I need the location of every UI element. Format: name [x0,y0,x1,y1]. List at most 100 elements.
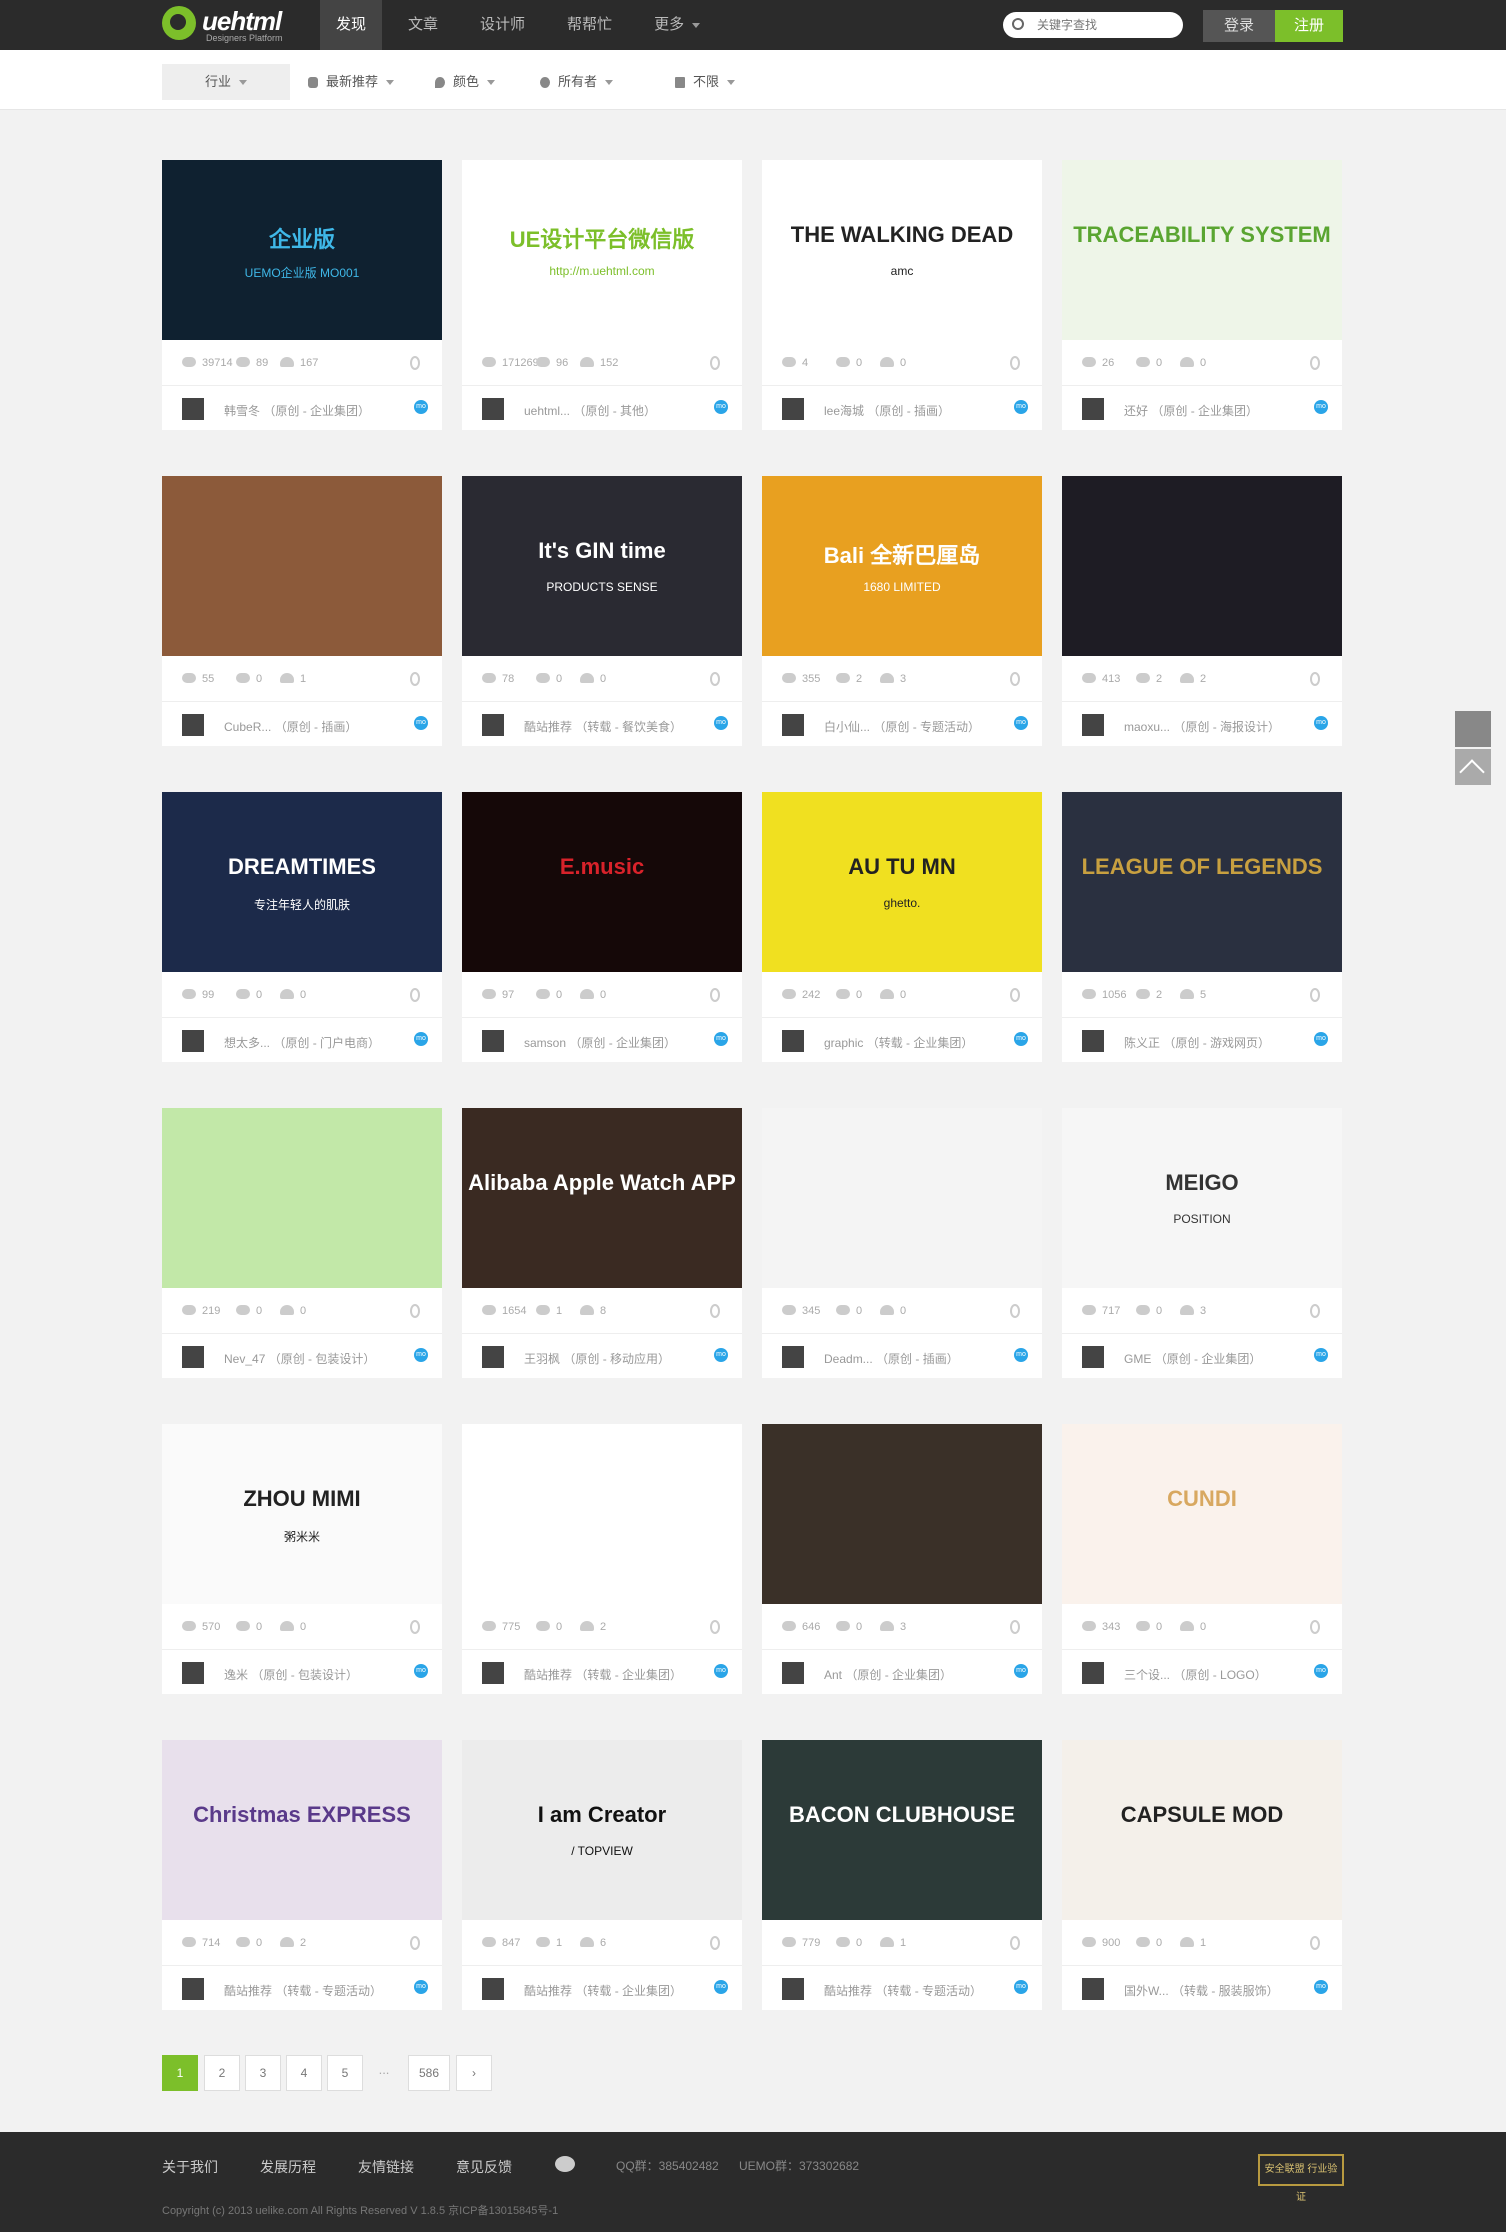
site-logo[interactable]: uehtml Designers Platform [162,6,292,44]
avatar[interactable] [782,1346,804,1368]
comment-count[interactable]: 0 [1136,1621,1162,1633]
work-card[interactable]: CAPSULE MOD 900 0 1 国外W... （转载 - 服装服饰） mo [1062,1740,1342,2010]
work-category[interactable]: （原创 - 企业集团） [1151,404,1258,418]
avatar[interactable] [1082,1346,1104,1368]
avatar[interactable] [782,398,804,420]
author-name[interactable]: Ant [824,1668,842,1682]
author-name[interactable]: 王羽枫 [524,1352,560,1366]
work-card[interactable]: MEIGO POSITION 717 0 3 GME （原创 - 企业集团） mo [1062,1108,1342,1378]
work-category[interactable]: （转载 - 专题活动） [275,1984,382,1998]
back-to-top-button[interactable] [1455,749,1491,785]
author-name[interactable]: 韩雪冬 [224,404,260,418]
avatar[interactable] [782,1030,804,1052]
avatar[interactable] [1082,398,1104,420]
work-card[interactable]: CUNDI 343 0 0 三个设... （原创 - LOGO） mo [1062,1424,1342,1694]
like-count[interactable]: 0 [1180,357,1206,369]
author-name[interactable]: 国外W... [1124,1984,1169,1998]
work-card[interactable]: 345 0 0 Deadm... （原创 - 插画） mo [762,1108,1042,1378]
work-category[interactable]: （转载 - 企业集团） [867,1036,974,1050]
work-category[interactable]: （转载 - 企业集团） [575,1984,682,1998]
footer-friend-links[interactable]: 友情链接 [358,2157,414,2177]
work-category[interactable]: （转载 - 餐饮美食） [575,720,682,734]
filter-owner[interactable]: 所有者 [540,64,614,100]
comment-count[interactable]: 0 [236,989,262,1001]
comment-count[interactable]: 0 [836,989,862,1001]
author-name[interactable]: GME [1124,1352,1151,1366]
work-thumbnail[interactable]: LEAGUE OF LEGENDS [1062,792,1342,972]
author-name[interactable]: Nev_47 [224,1352,265,1366]
work-category[interactable]: （原创 - 包装设计） [251,1668,358,1682]
work-thumbnail[interactable]: It's GIN time PRODUCTS SENSE [462,476,742,656]
avatar[interactable] [1082,1030,1104,1052]
author-name[interactable]: 酷站推荐 [524,1984,572,1998]
avatar[interactable] [182,1978,204,2000]
filter-industry[interactable]: 行业 [162,64,290,100]
work-category[interactable]: （原创 - 移动应用） [563,1352,670,1366]
comment-count[interactable]: 0 [236,1305,262,1317]
like-count[interactable]: 0 [880,989,906,1001]
work-category[interactable]: （原创 - 游戏网页） [1163,1036,1270,1050]
work-thumbnail[interactable]: UE设计平台微信版 http://m.uehtml.com [462,160,742,340]
author-name[interactable]: lee海城 [824,404,864,418]
like-count[interactable]: 3 [1180,1305,1206,1317]
work-category[interactable]: （转载 - 企业集团） [575,1668,682,1682]
like-count[interactable]: 0 [580,673,606,685]
work-card[interactable]: DREAMTIMES 专注年轻人的肌肤 99 0 0 想太多... （原创 - 门户电商）… [162,792,442,1062]
nav-designers[interactable]: 设计师 [464,0,541,50]
next-page-button[interactable]: › [456,2055,492,2091]
work-card[interactable]: Alibaba Apple Watch APP 1654 1 8 王羽枫 （原创 - 移… [462,1108,742,1378]
page-5[interactable]: 5 [327,2055,363,2091]
page-1[interactable]: 1 [162,2055,198,2091]
filter-time[interactable]: 不限 [675,64,736,100]
work-category[interactable]: （原创 - 包装设计） [269,1352,376,1366]
nav-help[interactable]: 帮帮忙 [551,0,628,50]
work-card[interactable]: AU TU MN ghetto. 242 0 0 graphic （转载 - 企业集团） m… [762,792,1042,1062]
author-name[interactable]: maoxu... [1124,720,1170,734]
filter-color[interactable]: 颜色 [435,64,496,100]
comment-count[interactable]: 1 [536,1305,562,1317]
work-card[interactable]: 219 0 0 Nev_47 （原创 - 包装设计） mo [162,1108,442,1378]
author-name[interactable]: samson [524,1036,566,1050]
author-name[interactable]: CubeR... [224,720,271,734]
comment-count[interactable]: 2 [1136,673,1162,685]
work-card[interactable]: ZHOU MIMI 粥米米 570 0 0 逸米 （原创 - 包装设计） mo [162,1424,442,1694]
work-card[interactable]: E.music 97 0 0 samson （原创 - 企业集团） mo [462,792,742,1062]
work-thumbnail[interactable] [162,1108,442,1288]
like-count[interactable]: 0 [280,989,306,1001]
search-input[interactable] [1037,15,1172,35]
footer-about[interactable]: 关于我们 [162,2157,218,2177]
work-thumbnail[interactable]: Bali 全新巴厘岛 1680 LIMITED [762,476,1042,656]
work-category[interactable]: （原创 - 门户电商） [273,1036,380,1050]
work-thumbnail[interactable]: CUNDI [1062,1424,1342,1604]
author-name[interactable]: 白小仙... [824,720,870,734]
like-count[interactable]: 2 [580,1621,606,1633]
work-card[interactable]: THE WALKING DEAD amc 4 0 0 lee海城 （原创 - 插画） mo [762,160,1042,430]
author-name[interactable]: 酷站推荐 [224,1984,272,1998]
nav-articles[interactable]: 文章 [392,0,454,50]
work-category[interactable]: （原创 - 企业集团） [845,1668,952,1682]
page-last[interactable]: 586 [408,2055,450,2091]
work-category[interactable]: （原创 - 其他） [573,404,656,418]
work-category[interactable]: （转载 - 专题活动） [875,1984,982,1998]
work-card[interactable]: I am Creator / TOPVIEW 847 1 6 酷站推荐 （转载 - 企业集… [462,1740,742,2010]
author-name[interactable]: graphic [824,1036,863,1050]
avatar[interactable] [182,398,204,420]
comment-count[interactable]: 2 [836,673,862,685]
comment-count[interactable]: 96 [536,357,568,369]
work-thumbnail[interactable]: ZHOU MIMI 粥米米 [162,1424,442,1604]
avatar[interactable] [182,1030,204,1052]
work-category[interactable]: （原创 - 插画） [876,1352,959,1366]
work-thumbnail[interactable]: Christmas EXPRESS [162,1740,442,1920]
like-count[interactable]: 0 [1180,1621,1206,1633]
work-card[interactable]: BACON CLUBHOUSE 779 0 1 酷站推荐 （转载 - 专题活动） mo [762,1740,1042,2010]
work-card[interactable]: Christmas EXPRESS 714 0 2 酷站推荐 （转载 - 专题活动） mo [162,1740,442,2010]
work-category[interactable]: （原创 - 海报设计） [1173,720,1280,734]
comment-count[interactable]: 0 [836,357,862,369]
page-3[interactable]: 3 [245,2055,281,2091]
author-name[interactable]: 酷站推荐 [824,1984,872,1998]
avatar[interactable] [482,1662,504,1684]
work-thumbnail[interactable]: DREAMTIMES 专注年轻人的肌肤 [162,792,442,972]
work-thumbnail[interactable]: 企业版 UEMO企业版 MO001 [162,160,442,340]
work-thumbnail[interactable]: I am Creator / TOPVIEW [462,1740,742,1920]
comment-count[interactable]: 0 [536,673,562,685]
